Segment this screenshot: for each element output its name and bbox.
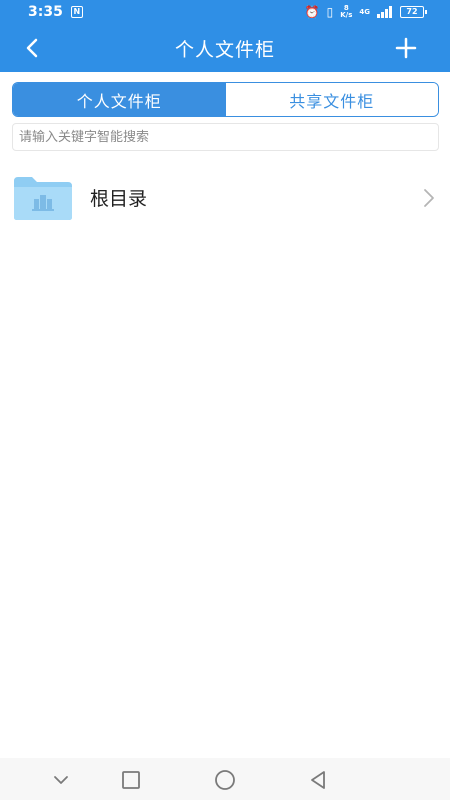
status-bar: 3:35 N ⏰ ▯ 8 K/s 4G 72 [0,0,450,24]
page-title: 个人文件柜 [174,38,275,61]
cabinet-tabs: 个人文件柜 共享文件柜 [12,82,439,117]
alarm-icon: ⏰ [304,5,320,19]
back-button[interactable] [18,34,46,62]
back-triangle-icon[interactable] [306,768,330,792]
recents-square-icon[interactable] [119,768,143,792]
vibrate-icon: ▯ [326,5,334,19]
nfc-icon: N [70,6,83,18]
signal-icon [377,6,392,18]
search-box [12,123,439,151]
status-time: 3:35 [28,4,63,20]
folder-icon [14,177,72,220]
folder-label: 根目录 [90,188,148,210]
system-nav-bar [0,758,450,800]
search-input[interactable] [19,124,438,150]
plus-icon [395,37,417,59]
status-right: ⏰ ▯ 8 K/s 4G 72 [304,5,427,19]
tab-personal-cabinet[interactable]: 个人文件柜 [13,83,226,116]
net-speed-unit: K/s [340,11,353,19]
net-speed: 8 K/s [340,5,352,19]
home-circle-icon[interactable] [213,768,237,792]
add-button[interactable] [392,34,420,62]
app-bar: 个人文件柜 [0,24,450,72]
status-left: 3:35 N [28,4,83,20]
chevron-right-icon [424,189,434,207]
battery-icon: 72 [400,6,427,18]
tab-shared-cabinet[interactable]: 共享文件柜 [225,83,438,116]
signal-label: 4G [359,7,370,16]
chevron-down-icon[interactable] [49,768,73,792]
folder-row-root[interactable]: 根目录 [0,170,450,226]
chevron-left-icon [26,38,38,58]
